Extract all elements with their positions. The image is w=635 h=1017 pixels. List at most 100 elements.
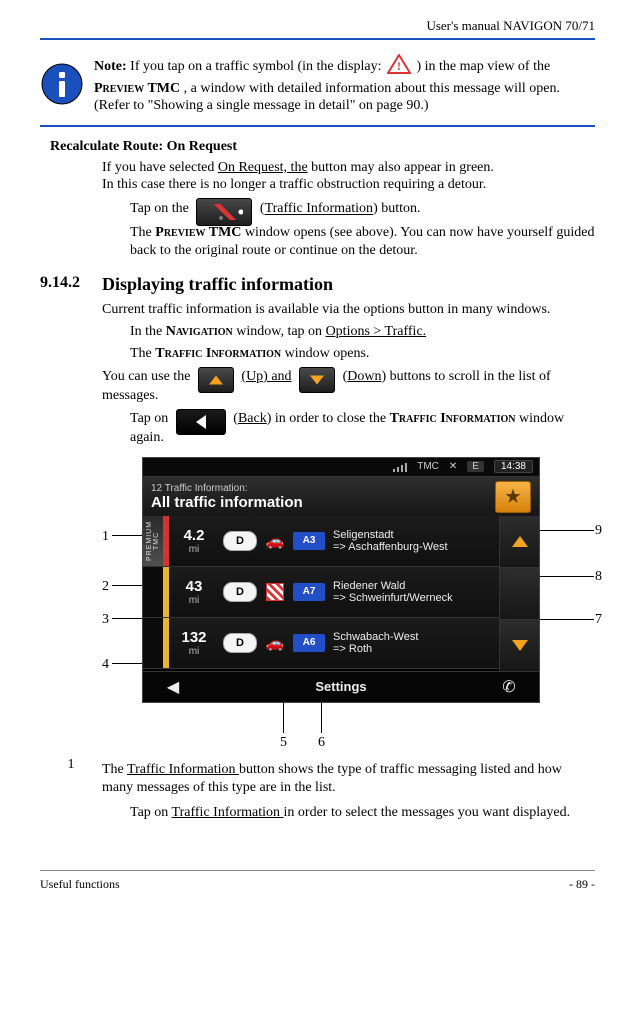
traffic-list: PREMIUM TMC 4.2mi D 🚗 A3 Seligenstadt=> …	[143, 516, 499, 672]
section-scroll: You can use the (Up) and (Down) buttons …	[102, 367, 595, 405]
recalc-tap: Tap on the (Traffic Information) button.	[130, 198, 595, 220]
footer-divider	[40, 870, 595, 871]
traffic-info-screenshot: 1 2 3 4 5 6 9 8 7 TMC ✕ E 14:38	[102, 457, 602, 749]
recalc-p1a: If you have selected	[102, 160, 218, 175]
divider-note-end	[40, 125, 595, 127]
row-to: => Schweinfurt/Werneck	[333, 592, 499, 604]
row-unit: mi	[189, 646, 200, 657]
legend-1-tap-a: Tap on	[130, 805, 172, 820]
header-manual-title: User's manual NAVIGON 70/71	[40, 18, 595, 34]
note-preview-tmc: Preview TMC	[94, 81, 180, 96]
recalc-traffic-link: Traffic Information	[265, 202, 373, 217]
nav-link: Options > Traffic.	[326, 324, 427, 339]
list-item[interactable]: 132mi D 🚗 A6 Schwabach-West=> Roth	[143, 618, 499, 669]
settings-button[interactable]: Settings	[203, 679, 479, 694]
road-badge: A3	[293, 532, 325, 550]
row-distance: 43	[186, 578, 203, 595]
callout-3: 3	[102, 612, 109, 628]
scroll-down-label: Down	[347, 369, 381, 384]
callout-8: 8	[595, 569, 602, 585]
title-big: All traffic information	[151, 494, 303, 511]
callout-4: 4	[102, 657, 109, 673]
back-button-graphic	[176, 409, 226, 435]
traffic-jam-icon: 🚗	[261, 618, 289, 668]
up-button-graphic	[198, 367, 234, 393]
callout-9: 9	[595, 523, 602, 539]
row-unit: mi	[189, 544, 200, 555]
nav-b: window, tap on	[233, 324, 326, 339]
scroll-spacer	[499, 568, 539, 620]
back-b: ) in order to close the	[267, 411, 390, 426]
nav-a: In the	[130, 324, 166, 339]
country-badge: D	[223, 531, 257, 551]
scroll-up-label: (Up) and	[241, 369, 291, 384]
row-unit: mi	[189, 595, 200, 606]
footer-page: - 89 -	[569, 877, 595, 892]
recalc-tap-a: Tap on the	[130, 202, 192, 217]
list-item[interactable]: 43mi D A7 Riedener Wald=> Schweinfurt/We…	[143, 567, 499, 618]
open-sc: Traffic Information	[155, 346, 281, 361]
favorite-button[interactable]: ★	[495, 481, 531, 513]
country-badge: D	[223, 633, 257, 653]
note-box: Note: If you tap on a traffic symbol (in…	[40, 48, 595, 121]
recalc-p1: If you have selected On Request, the but…	[102, 159, 595, 195]
legend-1-tap-link: Traffic Information	[172, 805, 284, 820]
row-from: Riedener Wald	[333, 580, 499, 592]
open-b: window opens.	[281, 346, 369, 361]
recalc-p3a: The	[130, 225, 155, 240]
scroll-a: You can use the	[102, 369, 194, 384]
section-number: 9.14.2	[40, 274, 102, 295]
section-open: The Traffic Information window opens.	[130, 345, 595, 363]
recalc-onrequest-link: On Request, the	[218, 160, 308, 175]
signal-icon	[393, 462, 407, 472]
legend-1-tap: Tap on Traffic Information in order to s…	[130, 804, 595, 822]
status-bar: TMC ✕ E 14:38	[143, 458, 539, 477]
legend-1-tap-b: in order to select the messages you want…	[284, 805, 571, 820]
back-button[interactable]: ◀	[143, 672, 203, 702]
nav-sc: Navigation	[166, 324, 233, 339]
recalc-p1b: button may also appear in green.	[308, 160, 494, 175]
traffic-jam-icon: 🚗	[261, 516, 289, 566]
divider-top	[40, 38, 595, 40]
footer-left: Useful functions	[40, 877, 120, 892]
back-link: Back	[238, 411, 267, 426]
svg-text:!: !	[397, 59, 401, 73]
heading-recalculate: Recalculate Route: On Request	[50, 139, 595, 155]
section-title: Displaying traffic information	[102, 274, 333, 295]
row-distance: 132	[181, 629, 206, 646]
scroll-down-button[interactable]	[499, 620, 539, 672]
section-back: Tap on (Back) in order to close the Traf…	[130, 409, 595, 447]
premium-tmc-badge: PREMIUM TMC	[143, 516, 163, 566]
status-time: 14:38	[494, 460, 533, 473]
row-distance: 4.2	[184, 527, 205, 544]
down-button-graphic	[299, 367, 335, 393]
warning-triangle-icon: !	[387, 54, 411, 80]
legend-item-1: 1 The Traffic Information button shows t…	[40, 757, 595, 801]
title-count: 12 Traffic Information:	[151, 483, 303, 494]
callout-6: 6	[318, 735, 325, 751]
legend-number: 1	[40, 757, 102, 801]
recalc-tap-close: ) button.	[373, 202, 420, 217]
callout-1: 1	[102, 529, 109, 545]
call-button[interactable]: ✆	[479, 672, 539, 702]
callout-5: 5	[280, 735, 287, 751]
construction-icon	[261, 567, 289, 617]
recalc-p3: The Preview TMC window opens (see above)…	[130, 224, 595, 260]
note-text-b: ) in the map view of the	[416, 59, 550, 74]
spacer	[143, 618, 163, 668]
row-from: Seligenstadt	[333, 529, 499, 541]
traffic-info-button-graphic	[196, 198, 252, 226]
legend-1-p1: The Traffic Information button shows the…	[102, 761, 595, 797]
section-nav: In the Navigation window, tap on Options…	[130, 323, 595, 341]
recalc-p3-sc: Preview TMC	[155, 225, 241, 240]
note-label: Note:	[94, 59, 127, 74]
spacer	[143, 567, 163, 617]
gps-icon: ✕	[449, 461, 457, 472]
list-item[interactable]: PREMIUM TMC 4.2mi D 🚗 A3 Seligenstadt=> …	[143, 516, 499, 567]
road-badge: A6	[293, 634, 325, 652]
row-from: Schwabach-West	[333, 631, 499, 643]
scroll-up-button[interactable]	[499, 516, 539, 568]
title-bar[interactable]: 12 Traffic Information: All traffic info…	[143, 477, 539, 518]
road-badge: A7	[293, 583, 325, 601]
open-a: The	[130, 346, 155, 361]
